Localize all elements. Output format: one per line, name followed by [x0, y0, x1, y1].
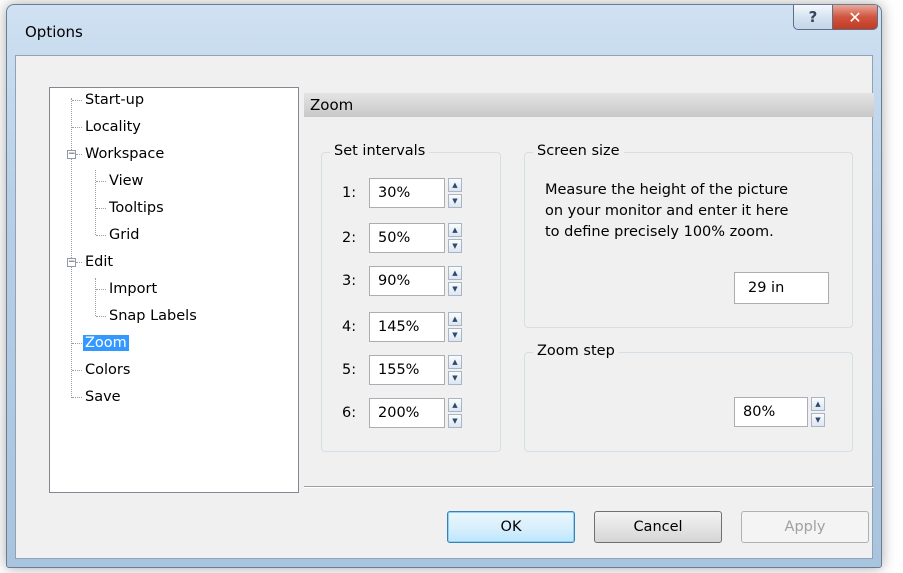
interval-4-input[interactable]: 145% [369, 312, 445, 342]
interval-1-input[interactable]: 30% [369, 178, 445, 208]
interval-5-spinner[interactable]: ▲ ▼ [448, 355, 462, 385]
section-title: Zoom [304, 93, 874, 117]
interval-6-input[interactable]: 200% [369, 398, 445, 428]
spin-up-icon[interactable]: ▲ [448, 355, 462, 369]
zoom-step-label: Zoom step [533, 343, 619, 359]
zoom-step-spinner[interactable]: ▲ ▼ [811, 397, 825, 427]
tree-item-colors[interactable]: Colors [85, 359, 130, 381]
spin-down-icon[interactable]: ▼ [448, 194, 462, 208]
set-intervals-label: Set intervals [330, 143, 430, 159]
interval-index: 2: [342, 230, 357, 246]
dialog-client-area: Start-up Locality − Workspace View Toolt… [15, 55, 874, 559]
spin-down-icon[interactable]: ▼ [448, 371, 462, 385]
zoom-step-input[interactable]: 80% [734, 397, 808, 427]
tree-line [72, 397, 82, 398]
tree-item-locality[interactable]: Locality [85, 116, 141, 138]
tree-line [76, 154, 82, 155]
help-icon: ? [808, 8, 818, 26]
spin-up-icon[interactable]: ▲ [448, 266, 462, 280]
tree-line [96, 208, 106, 209]
spin-down-icon[interactable]: ▼ [448, 328, 462, 342]
screen-size-label: Screen size [533, 143, 624, 159]
interval-index: 4: [342, 319, 357, 335]
tree-line [72, 127, 82, 128]
spin-down-icon[interactable]: ▼ [448, 282, 462, 296]
collapse-icon[interactable]: − [67, 150, 76, 159]
screen-size-group: Screen size Measure the height of the pi… [524, 143, 853, 328]
description-line: on your monitor and enter it here [545, 203, 789, 219]
set-intervals-group: Set intervals 1: 30% ▲ ▼ 2: 50% ▲ ▼ 3: 9… [321, 143, 501, 452]
spin-down-icon[interactable]: ▼ [811, 413, 825, 427]
tree-item-edit[interactable]: Edit [85, 251, 113, 273]
tree-item-zoom[interactable]: Zoom [83, 332, 129, 354]
spin-up-icon[interactable]: ▲ [448, 178, 462, 192]
interval-3-spinner[interactable]: ▲ ▼ [448, 266, 462, 296]
tree-item-save[interactable]: Save [85, 386, 121, 408]
apply-button[interactable]: Apply [741, 511, 869, 543]
tree-line [96, 181, 106, 182]
tree-item-snap-labels[interactable]: Snap Labels [109, 305, 197, 327]
spin-down-icon[interactable]: ▼ [448, 239, 462, 253]
interval-1-spinner[interactable]: ▲ ▼ [448, 178, 462, 208]
zoom-step-group: Zoom step 80% ▲ ▼ [524, 343, 853, 452]
interval-4-spinner[interactable]: ▲ ▼ [448, 312, 462, 342]
spin-up-icon[interactable]: ▲ [448, 223, 462, 237]
spin-up-icon[interactable]: ▲ [448, 312, 462, 326]
interval-index: 1: [342, 185, 357, 201]
tree-item-workspace[interactable]: Workspace [85, 143, 164, 165]
interval-5-input[interactable]: 155% [369, 355, 445, 385]
interval-index: 5: [342, 362, 357, 378]
interval-2-input[interactable]: 50% [369, 223, 445, 253]
screen-size-input[interactable]: 29 in [734, 272, 829, 304]
tree-line [72, 100, 82, 101]
interval-3-input[interactable]: 90% [369, 266, 445, 296]
tree-line [96, 316, 106, 317]
spin-down-icon[interactable]: ▼ [448, 414, 462, 428]
tree-line [96, 289, 106, 290]
help-button[interactable]: ? [793, 5, 833, 30]
close-icon: ✕ [848, 7, 862, 27]
description-line: to define precisely 100% zoom. [545, 224, 774, 240]
cancel-button[interactable]: Cancel [594, 511, 722, 543]
interval-index: 3: [342, 273, 357, 289]
tree-line [95, 170, 96, 235]
spin-up-icon[interactable]: ▲ [811, 397, 825, 411]
tree-line [76, 262, 82, 263]
close-button[interactable]: ✕ [832, 5, 878, 30]
description-line: Measure the height of the picture [545, 182, 789, 198]
screen-size-description: Measure the height of the picture on you… [545, 180, 788, 243]
tree-item-start-up[interactable]: Start-up [85, 89, 144, 111]
tree-item-import[interactable]: Import [109, 278, 157, 300]
window-title: Options [25, 23, 83, 41]
options-dialog: Options ? ✕ Start-up Locality − Workspac… [6, 4, 882, 568]
button-separator [304, 486, 874, 488]
tree-line [95, 278, 96, 316]
interval-index: 6: [342, 405, 357, 421]
tree-line [72, 370, 82, 371]
interval-2-spinner[interactable]: ▲ ▼ [448, 223, 462, 253]
tree-line [72, 343, 82, 344]
collapse-icon[interactable]: − [67, 258, 76, 267]
tree-item-grid[interactable]: Grid [109, 224, 139, 246]
tree-item-view[interactable]: View [109, 170, 143, 192]
interval-6-spinner[interactable]: ▲ ▼ [448, 398, 462, 428]
spin-up-icon[interactable]: ▲ [448, 398, 462, 412]
options-tree[interactable]: Start-up Locality − Workspace View Toolt… [49, 87, 299, 493]
ok-button[interactable]: OK [447, 511, 575, 543]
tree-item-tooltips[interactable]: Tooltips [109, 197, 164, 219]
tree-line [96, 235, 106, 236]
tree-line [71, 98, 72, 398]
